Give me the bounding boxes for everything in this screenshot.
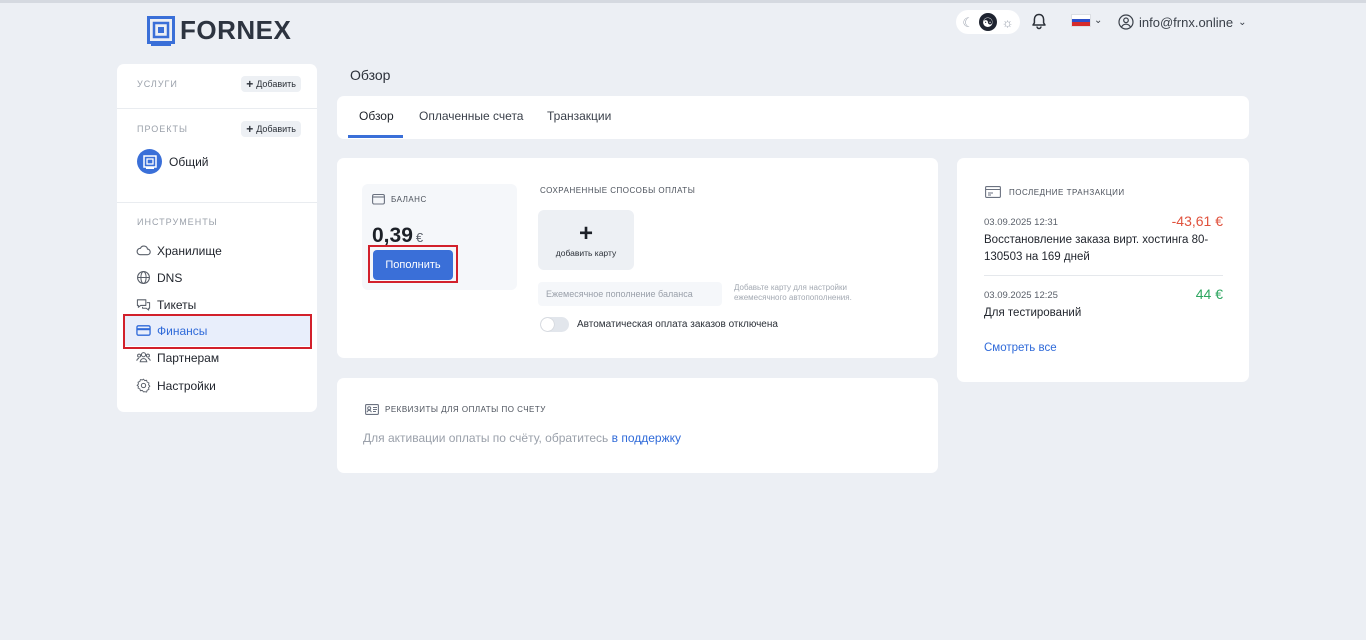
balance-value: 0,39 — [372, 224, 413, 247]
transaction-item[interactable]: 03.09.2025 12:31 -43,61 € Восстановление… — [984, 213, 1224, 266]
fornex-logo-icon — [147, 15, 175, 46]
transaction-amount: -43,61 € — [1171, 213, 1223, 229]
sidebar-item-label: Хранилище — [157, 243, 222, 258]
projects-caption: ПРОЕКТЫ — [137, 124, 188, 134]
sun-icon[interactable]: ☼ — [1002, 16, 1014, 29]
sidebar-item-label: Тикеты — [157, 297, 197, 312]
monthly-topup-input[interactable] — [538, 282, 722, 306]
balance-caption: БАЛАНС — [391, 194, 427, 204]
tools-section: ИНСТРУМЕНТЫ — [137, 217, 301, 227]
requisites-card: РЕКВИЗИТЫ ДЛЯ ОПЛАТЫ ПО СЧЕТУ Для актива… — [337, 378, 938, 473]
divider — [117, 108, 317, 109]
balance-currency: € — [415, 230, 424, 245]
transaction-item[interactable]: 03.09.2025 12:25 44 € Для тестирований — [984, 286, 1224, 322]
cloud-icon — [136, 245, 151, 256]
plus-icon: + — [246, 121, 254, 136]
requisites-text: Для активации оплаты по счёту, обратитес… — [363, 431, 681, 445]
sidebar: УСЛУГИ + Добавить ПРОЕКТЫ + Добавить Общ… — [117, 64, 317, 412]
highlight-finance — [123, 314, 312, 349]
tab-overview[interactable]: Обзор — [359, 109, 394, 123]
transaction-description: Для тестирований — [984, 307, 1082, 319]
chat-icon — [136, 299, 151, 311]
divider — [984, 275, 1223, 276]
wallet-icon — [372, 193, 385, 205]
moon-icon[interactable]: ☾ — [962, 16, 974, 29]
account-email: info@frnx.online — [1139, 14, 1234, 30]
autopay-label: Автоматическая оплата заказов отключена — [577, 319, 778, 330]
requisites-caption: РЕКВИЗИТЫ ДЛЯ ОПЛАТЫ ПО СЧЕТУ — [385, 405, 546, 414]
transactions-caption: ПОСЛЕДНИЕ ТРАНЗАКЦИИ — [1009, 187, 1125, 197]
add-service-label: Добавить — [256, 79, 296, 89]
transaction-amount: 44 € — [1195, 286, 1223, 302]
chevron-down-icon: ⌄ — [1238, 16, 1247, 28]
sidebar-item-tickets[interactable]: Тикеты — [136, 297, 196, 312]
tab-transactions[interactable]: Транзакции — [547, 109, 611, 123]
theme-switcher[interactable]: ☾ ☯ ☼ — [956, 10, 1020, 34]
sidebar-item-partners[interactable]: Партнерам — [136, 350, 219, 365]
transactions-card: ПОСЛЕДНИЕ ТРАНЗАКЦИИ 03.09.2025 12:31 -4… — [957, 158, 1249, 382]
ru-flag-icon — [1071, 14, 1091, 27]
page-title: Обзор — [350, 67, 391, 83]
divider — [117, 202, 317, 203]
bell-icon — [1032, 13, 1046, 30]
sidebar-item-label: DNS — [157, 270, 183, 285]
sidebar-item-dns[interactable]: DNS — [136, 270, 182, 285]
account-menu[interactable]: info@frnx.online ⌄ — [1118, 14, 1247, 30]
services-caption: УСЛУГИ — [137, 79, 178, 89]
add-card-button[interactable]: + добавить карту — [538, 210, 634, 270]
gear-icon — [136, 378, 151, 393]
project-name: Общий — [169, 154, 209, 169]
sidebar-item-label: Настройки — [157, 378, 216, 393]
projects-section: ПРОЕКТЫ + Добавить — [137, 121, 301, 137]
requisites-header: РЕКВИЗИТЫ ДЛЯ ОПЛАТЫ ПО СЧЕТУ — [365, 404, 546, 415]
chevron-down-icon: ⌄ — [1094, 15, 1103, 26]
balance-header: БАЛАНС — [372, 193, 427, 205]
add-project-button[interactable]: + Добавить — [241, 121, 301, 137]
transaction-date: 03.09.2025 12:25 — [984, 290, 1058, 301]
logo[interactable]: FORNEX — [147, 15, 291, 46]
plus-icon: + — [578, 219, 593, 247]
project-logo-icon — [142, 154, 157, 169]
payment-methods-caption: СОХРАНЕННЫЕ СПОСОБЫ ОПЛАТЫ — [540, 186, 696, 195]
sidebar-item-storage[interactable]: Хранилище — [136, 243, 222, 258]
requisites-message: Для активации оплаты по счёту, обратитес… — [363, 431, 609, 445]
services-section: УСЛУГИ + Добавить — [137, 76, 301, 92]
project-avatar — [137, 149, 162, 174]
add-project-label: Добавить — [256, 124, 296, 134]
language-switcher[interactable]: ⌄ — [1071, 14, 1102, 27]
plus-icon: + — [246, 76, 254, 91]
top-border — [0, 0, 1366, 3]
logo-text: FORNEX — [180, 15, 292, 45]
tab-bar: Обзор Оплаченные счета Транзакции — [337, 96, 1249, 139]
transaction-description: Восстановление заказа вирт. хостинга 80-… — [984, 234, 1209, 263]
receipt-icon — [985, 186, 1001, 198]
yin-yang-icon[interactable]: ☯ — [978, 13, 997, 31]
tab-paid-invoices[interactable]: Оплаченные счета — [419, 109, 523, 123]
add-service-button[interactable]: + Добавить — [241, 76, 301, 92]
monthly-topup-hint: Добавьте карту для настройки ежемесячног… — [734, 283, 852, 302]
highlight-topup — [368, 245, 458, 283]
autopay-toggle[interactable] — [540, 317, 569, 332]
user-icon — [1118, 14, 1134, 30]
see-all-link[interactable]: Смотреть все — [984, 342, 1057, 354]
project-item[interactable]: Общий — [137, 149, 209, 174]
globe-icon — [137, 271, 150, 284]
sidebar-item-label: Партнерам — [157, 350, 220, 365]
users-icon — [136, 352, 151, 363]
active-tab-indicator — [348, 135, 403, 138]
add-card-label: добавить карту — [555, 247, 617, 258]
notifications-button[interactable] — [1031, 13, 1047, 35]
tools-caption: ИНСТРУМЕНТЫ — [137, 217, 218, 227]
support-link[interactable]: в поддержку — [612, 431, 681, 445]
transactions-header: ПОСЛЕДНИЕ ТРАНЗАКЦИИ — [985, 186, 1125, 198]
toggle-knob — [541, 318, 554, 331]
sidebar-item-settings[interactable]: Настройки — [136, 378, 216, 393]
id-card-icon — [365, 404, 379, 415]
